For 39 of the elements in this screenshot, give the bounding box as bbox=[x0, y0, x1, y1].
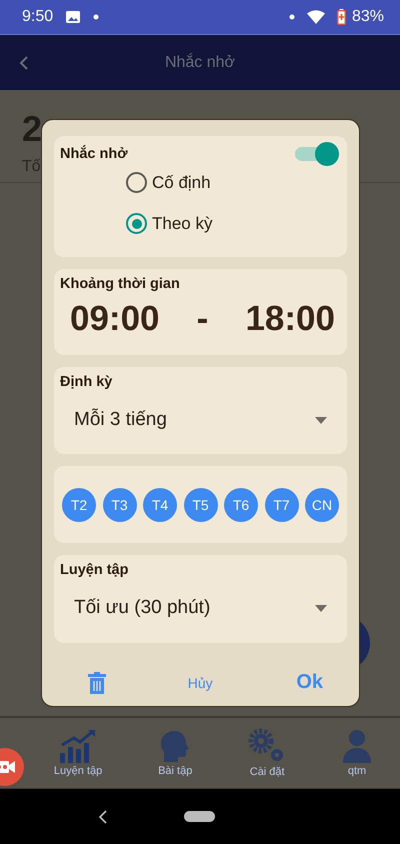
weekday-chip[interactable]: T5 bbox=[184, 488, 218, 522]
nav-item[interactable]: Bài tập bbox=[158, 729, 192, 777]
section-title: Định kỳ bbox=[60, 374, 112, 390]
battery-percentage: 83% bbox=[352, 8, 384, 26]
status-time: 9:50 bbox=[22, 8, 54, 26]
notification-dot-icon bbox=[288, 14, 295, 20]
weekday-chip[interactable]: T7 bbox=[264, 488, 298, 522]
video-camera-icon bbox=[0, 760, 15, 774]
nav-item[interactable]: Cài đặt bbox=[248, 728, 286, 778]
image-icon bbox=[65, 10, 82, 24]
wifi-icon bbox=[306, 10, 325, 24]
cancel-button[interactable]: Hủy bbox=[180, 670, 221, 694]
nav-item[interactable]: Luyện tập bbox=[54, 729, 102, 777]
weekday-chip[interactable]: T6 bbox=[224, 488, 258, 522]
notification-dot-icon bbox=[93, 14, 100, 20]
weekday-chip[interactable]: CN bbox=[305, 488, 339, 522]
weekday-chip[interactable]: T3 bbox=[102, 488, 136, 522]
toggle-switch[interactable] bbox=[293, 142, 339, 166]
person-icon bbox=[342, 729, 372, 763]
nav-item[interactable]: qtm bbox=[342, 729, 372, 777]
dropdown-arrow-icon bbox=[315, 416, 327, 424]
time-separator: - bbox=[196, 299, 208, 339]
dropdown-arrow-icon bbox=[315, 604, 327, 612]
period-dropdown[interactable]: Mỗi 3 tiếng bbox=[60, 409, 341, 431]
weekday-chip[interactable]: T2 bbox=[62, 488, 96, 522]
section-title: Nhắc nhở bbox=[60, 146, 128, 162]
back-icon[interactable] bbox=[98, 810, 108, 824]
start-time[interactable]: 09:00 bbox=[70, 299, 160, 339]
radio-option[interactable]: Theo kỳ bbox=[126, 213, 212, 234]
weekday-chip[interactable]: T4 bbox=[143, 488, 177, 522]
section-title: Khoảng thời gian bbox=[60, 276, 180, 292]
end-time[interactable]: 18:00 bbox=[245, 299, 335, 339]
section-title: Luyện tập bbox=[60, 562, 128, 578]
screen-title: Nhắc nhở bbox=[164, 54, 236, 72]
practice-dropdown[interactable]: Tối ưu (30 phút) bbox=[60, 597, 341, 619]
home-button[interactable] bbox=[184, 811, 216, 822]
radio-option[interactable]: Cố định bbox=[126, 172, 211, 193]
ok-button[interactable]: Ok bbox=[288, 667, 331, 698]
battery-icon bbox=[336, 9, 346, 25]
